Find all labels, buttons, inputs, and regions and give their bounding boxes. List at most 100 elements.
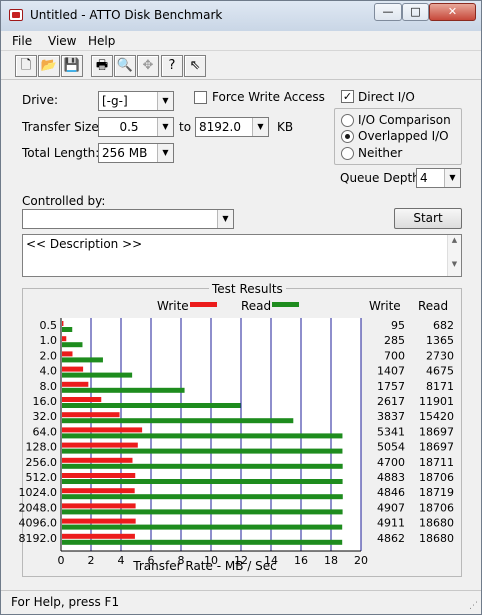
- force-write-checkbox[interactable]: [194, 91, 207, 104]
- resize-grip-icon[interactable]: ⋰: [469, 601, 478, 611]
- read-value: 11901: [419, 395, 454, 408]
- read-bar: [62, 539, 343, 545]
- read-bar: [62, 479, 343, 484]
- write-value: 4907: [377, 501, 405, 514]
- transfer-size-to-select[interactable]: 8192.0 ▼: [195, 117, 269, 137]
- context-help-icon[interactable]: ⇖: [184, 55, 206, 77]
- chevron-down-icon[interactable]: ▼: [157, 118, 173, 136]
- write-value: 1757: [377, 380, 405, 393]
- legend-write-label: Write: [157, 299, 189, 313]
- drive-value: [-g-]: [102, 94, 128, 108]
- read-bar: [62, 342, 83, 348]
- menu-file[interactable]: File: [12, 34, 32, 48]
- y-tick-label: 128.0: [26, 441, 58, 454]
- write-bar: [62, 397, 102, 402]
- description-text: << Description >>: [26, 237, 143, 251]
- scroll-down-icon[interactable]: ▼: [448, 260, 461, 268]
- y-tick-label: 512.0: [26, 471, 58, 484]
- description-scrollbar[interactable]: ▲ ▼: [447, 235, 461, 276]
- move-icon[interactable]: ✥: [137, 55, 159, 77]
- maximize-button[interactable]: □: [402, 3, 429, 21]
- drive-select[interactable]: [-g-] ▼: [98, 91, 174, 111]
- print-icon[interactable]: 🖶: [91, 55, 113, 77]
- write-bar: [62, 412, 120, 418]
- total-length-select[interactable]: 256 MB ▼: [98, 143, 174, 163]
- chevron-down-icon[interactable]: ▼: [157, 92, 173, 110]
- controlled-by-select[interactable]: ▼: [22, 209, 234, 229]
- queue-depth-select[interactable]: 4 ▼: [416, 168, 461, 188]
- write-value: 5341: [377, 425, 405, 438]
- status-text: For Help, press F1: [11, 595, 120, 609]
- legend-read-swatch: [272, 302, 299, 307]
- direct-io-checkbox[interactable]: ✓: [341, 90, 354, 103]
- close-button[interactable]: ✕: [429, 3, 476, 21]
- transfer-to-value: 8192.0: [199, 120, 241, 134]
- y-tick-label: 16.0: [33, 395, 58, 408]
- print-preview-icon[interactable]: 🔍: [114, 55, 136, 77]
- total-length-label: Total Length:: [22, 146, 100, 160]
- write-value: 285: [384, 334, 405, 347]
- chevron-down-icon[interactable]: ▼: [252, 118, 268, 136]
- atto-app-icon: [9, 9, 23, 21]
- read-bar: [62, 372, 133, 378]
- minimize-button[interactable]: —: [374, 3, 402, 21]
- x-axis-label: Transfer Rate - MB / Sec: [132, 559, 276, 573]
- write-bar: [62, 442, 138, 448]
- scroll-up-icon[interactable]: ▲: [448, 236, 461, 244]
- read-bar: [62, 418, 294, 424]
- title-bar[interactable]: Untitled - ATTO Disk Benchmark — □ ✕: [1, 1, 481, 31]
- kb-label: KB: [277, 120, 294, 134]
- read-bar: [62, 509, 343, 515]
- force-write-label: Force Write Access: [212, 90, 325, 104]
- read-value: 1365: [426, 334, 454, 347]
- save-icon[interactable]: 💾: [61, 55, 83, 77]
- transfer-size-from-select[interactable]: 0.5 ▼: [98, 117, 174, 137]
- write-value: 95: [391, 319, 405, 332]
- new-icon[interactable]: 🗋: [15, 55, 37, 77]
- menu-help[interactable]: Help: [88, 34, 115, 48]
- neither-radio[interactable]: [341, 147, 354, 160]
- help-icon[interactable]: ?: [161, 55, 183, 77]
- write-bar: [62, 473, 136, 478]
- chart-plot: 0 2 4 6 8 10 12 14 16 18 200.5 95 6821.0 285 13652.0 70…: [19, 318, 454, 567]
- description-box[interactable]: << Description >> ▲ ▼: [22, 234, 462, 277]
- write-value: 5054: [377, 441, 405, 454]
- read-bar: [62, 448, 343, 454]
- overlapped-io-radio[interactable]: [341, 130, 354, 143]
- read-value: 18719: [419, 486, 454, 499]
- direct-io-label: Direct I/O: [358, 90, 415, 104]
- app-window: Untitled - ATTO Disk Benchmark — □ ✕ Fil…: [0, 0, 482, 615]
- write-bar: [62, 427, 143, 433]
- drive-label: Drive:: [22, 93, 59, 107]
- write-value: 2617: [377, 395, 405, 408]
- chevron-down-icon[interactable]: ▼: [157, 144, 173, 162]
- write-value: 3837: [377, 410, 405, 423]
- transfer-size-label: Transfer Size:: [22, 120, 103, 134]
- read-value: 2730: [426, 349, 454, 362]
- read-bar: [62, 494, 343, 500]
- chevron-down-icon[interactable]: ▼: [217, 210, 233, 228]
- open-icon[interactable]: 📂: [38, 55, 60, 77]
- menu-view[interactable]: View: [48, 34, 76, 48]
- read-column-header: Read: [418, 299, 448, 313]
- neither-label: Neither: [358, 146, 403, 160]
- write-value: 4862: [377, 532, 405, 545]
- write-value: 4883: [377, 471, 405, 484]
- results-chart: Write Read Write Read 0 2 4 6 8 10 12 14 16 18 200…: [19, 299, 455, 573]
- write-bar: [62, 351, 73, 357]
- write-bar: [62, 366, 84, 372]
- x-tick-label: 2: [88, 554, 95, 567]
- write-bar: [62, 321, 64, 326]
- to-label: to: [179, 120, 192, 134]
- x-tick-label: 20: [354, 554, 368, 567]
- y-tick-label: 1024.0: [19, 486, 58, 499]
- chevron-down-icon[interactable]: ▼: [444, 169, 460, 187]
- y-tick-label: 4096.0: [19, 517, 58, 530]
- x-tick-label: 16: [294, 554, 308, 567]
- y-tick-label: 0.5: [40, 319, 58, 332]
- y-tick-label: 8192.0: [19, 532, 58, 545]
- start-button[interactable]: Start: [394, 208, 462, 229]
- io-comparison-radio[interactable]: [341, 114, 354, 127]
- write-value: 700: [384, 349, 405, 362]
- menu-bar: File View Help: [1, 31, 481, 51]
